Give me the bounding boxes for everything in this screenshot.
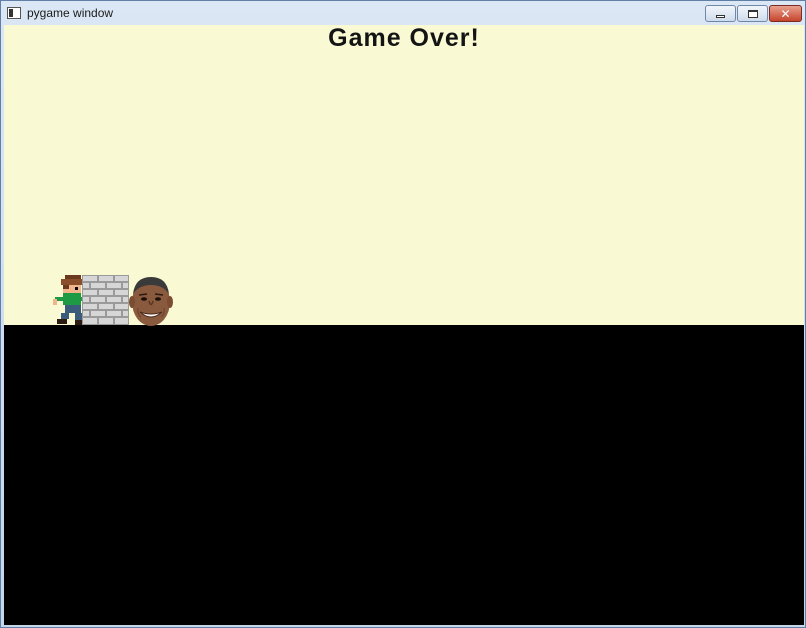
app-icon[interactable] — [7, 7, 21, 19]
close-button[interactable]: ✕ — [769, 5, 802, 22]
ground-area — [4, 325, 804, 625]
app-window: pygame window ✕ Game Over! — [0, 0, 806, 628]
maximize-button[interactable] — [737, 5, 768, 22]
maximize-icon — [747, 9, 758, 18]
minimize-button[interactable] — [705, 5, 736, 22]
close-icon: ✕ — [780, 6, 791, 21]
game-over-text: Game Over! — [328, 25, 480, 52]
title-bar[interactable]: pygame window ✕ — [1, 1, 805, 25]
enemy-head — [129, 277, 173, 326]
game-canvas[interactable]: Game Over! — [4, 25, 804, 625]
brick-wall — [82, 275, 129, 325]
minimize-icon — [716, 15, 725, 18]
window-title: pygame window — [27, 6, 114, 20]
